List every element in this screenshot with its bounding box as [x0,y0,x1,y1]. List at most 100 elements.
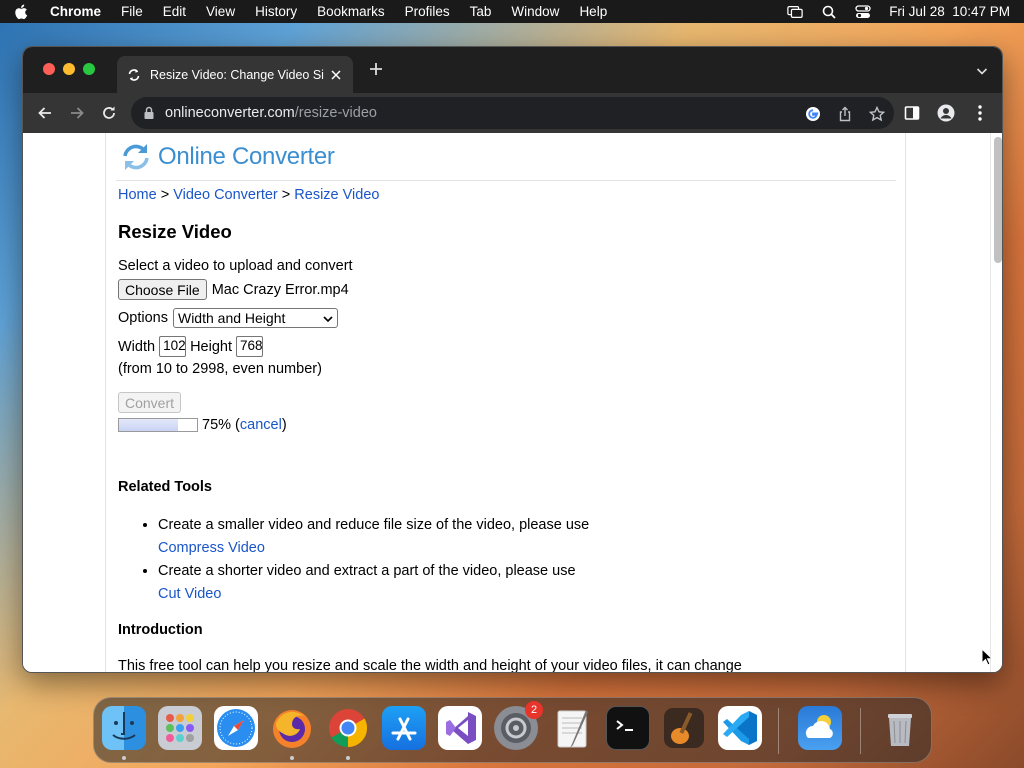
tool-description: Create a smaller video and reduce file s… [158,517,590,533]
zoom-window-button[interactable] [83,63,95,75]
menu-help[interactable]: Help [579,4,607,19]
width-input[interactable]: 1024 [159,336,187,357]
textedit-icon[interactable] [550,706,594,750]
close-window-button[interactable] [43,63,55,75]
file-input-row: Choose File Mac Crazy Error.mp4 [118,279,349,300]
bookmark-star-icon[interactable] [868,105,886,123]
profile-avatar-icon[interactable] [936,103,956,123]
breadcrumb-separator: > [277,187,295,203]
page-viewport: Online Converter Home > Video Converter … [23,133,1002,673]
cancel-link[interactable]: cancel [240,417,282,433]
vscode-icon[interactable] [718,706,762,750]
mouse-pointer-icon [981,647,994,666]
selected-file-name: Mac Crazy Error.mp4 [211,281,349,298]
options-selected-value: Width and Height [177,310,286,326]
list-item: Create a shorter video and extract a par… [158,560,589,606]
page-title: Resize Video [118,221,232,242]
menu-bar: Chrome File Edit View History Bookmarks … [0,0,1024,23]
options-select[interactable]: Width and Height [172,308,338,328]
page-content: Online Converter Home > Video Converter … [105,133,906,673]
breadcrumb-separator: > [156,187,174,203]
progress-bar [118,418,198,432]
convert-button[interactable]: Convert [118,392,182,413]
menubar-clock[interactable]: Fri Jul 28 10:47 PM [889,4,1010,19]
cut-video-link[interactable]: Cut Video [158,586,221,602]
tab-search-chevron-icon[interactable] [976,64,988,76]
chevron-down-icon [323,310,333,326]
safari-icon[interactable] [214,706,258,750]
back-arrow-icon[interactable] [35,103,55,123]
system-settings-badge: 2 [525,701,543,719]
share-icon[interactable] [836,105,854,123]
weather-icon[interactable] [798,706,842,750]
app-store-icon[interactable] [382,706,426,750]
apple-menu-icon[interactable] [14,4,28,20]
upload-progress-row: 75% (cancel) [118,417,287,433]
breadcrumb: Home > Video Converter > Resize Video [118,187,379,203]
control-center-icon[interactable] [855,4,871,19]
introduction-text: This free tool can help you resize and s… [118,658,742,673]
breadcrumb-home-link[interactable]: Home [118,187,157,203]
menu-bookmarks[interactable]: Bookmarks [317,4,385,19]
visual-studio-icon[interactable] [438,706,482,750]
refresh-arrows-favicon-icon [127,68,141,82]
progress-bar-fill [119,419,178,431]
choose-file-button[interactable]: Choose File [118,279,207,300]
height-label: Height [190,338,232,355]
site-logo[interactable]: Online Converter [120,141,335,173]
url-host: onlineconverter.com [165,105,295,121]
site-logo-text: Online Converter [158,143,335,170]
menu-edit[interactable]: Edit [163,4,186,19]
finder-icon[interactable] [102,706,146,750]
width-label: Width [118,338,156,355]
menu-tab[interactable]: Tab [470,4,492,19]
breadcrumb-resize-video-link[interactable]: Resize Video [294,187,379,203]
height-input[interactable]: 768 [236,336,263,357]
menu-file[interactable]: File [121,4,143,19]
list-item: Create a smaller video and reduce file s… [158,514,589,560]
side-panel-icon[interactable] [902,103,922,123]
browser-toolbar: onlineconverter.com/resize-video [23,93,1002,133]
reload-icon[interactable] [99,103,119,123]
related-tools-list: Create a smaller video and reduce file s… [158,514,589,606]
menu-app-name[interactable]: Chrome [50,4,101,19]
chrome-icon[interactable] [326,706,370,750]
lock-icon[interactable] [143,106,155,120]
refresh-arrows-logo-icon [120,141,152,173]
spotlight-search-icon[interactable] [821,5,837,19]
firefox-icon[interactable] [270,706,314,750]
active-tab[interactable]: Resize Video: Change Video Si [117,56,353,93]
introduction-heading: Introduction [118,622,203,638]
new-tab-button[interactable] [367,61,385,79]
tool-description: Create a shorter video and extract a par… [158,563,576,579]
compress-video-link[interactable]: Compress Video [158,540,265,556]
trash-icon[interactable] [878,706,922,750]
garageband-icon[interactable] [662,706,706,750]
window-controls [43,63,95,75]
menu-view[interactable]: View [206,4,235,19]
forward-arrow-icon[interactable] [67,103,87,123]
launchpad-icon[interactable] [158,706,202,750]
screen-mirroring-icon[interactable] [787,5,803,19]
menu-window[interactable]: Window [511,4,559,19]
address-bar[interactable]: onlineconverter.com/resize-video [131,97,894,129]
menu-history[interactable]: History [255,4,297,19]
url-path: /resize-video [294,105,377,121]
menu-profiles[interactable]: Profiles [405,4,450,19]
tab-strip: Resize Video: Change Video Si [23,47,1002,93]
terminal-icon[interactable] [606,706,650,750]
close-tab-icon[interactable] [329,68,343,82]
more-options-icon[interactable] [970,103,990,123]
related-tools-heading: Related Tools [118,479,212,495]
minimize-window-button[interactable] [63,63,75,75]
header-divider [116,180,896,181]
upload-instruction: Select a video to upload and convert [118,258,353,274]
breadcrumb-video-converter-link[interactable]: Video Converter [173,187,278,203]
tab-title: Resize Video: Change Video Si [150,67,324,82]
page-scrollbar[interactable] [990,133,1002,672]
options-row: Options Width and Height [118,308,338,328]
scrollbar-thumb[interactable] [994,137,1002,263]
progress-close-paren: ) [281,417,287,433]
google-lens-icon[interactable] [804,105,822,123]
options-label: Options [118,310,168,326]
